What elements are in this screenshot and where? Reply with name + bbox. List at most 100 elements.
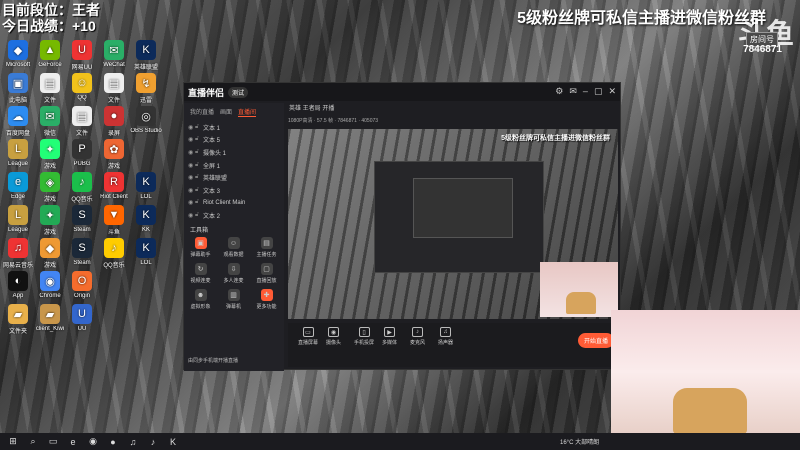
desktop-icon[interactable]: ▤ 文件 — [34, 73, 66, 106]
source-row[interactable]: ◉ 🔓︎ 英雄联盟 — [184, 171, 284, 184]
desktop-icon[interactable]: ▼ 斗鱼 — [98, 205, 130, 238]
search-icon[interactable]: ⌕ — [26, 436, 40, 447]
desktop-icon[interactable]: ↯ 迅雷 — [130, 73, 162, 106]
desktop-icon[interactable]: ▰ 文件夹 — [2, 304, 34, 337]
eye-icon[interactable]: ◉ — [188, 174, 195, 181]
source-row[interactable]: ◉ 🔓︎ 文本 1 — [184, 121, 284, 134]
source-row[interactable]: ◉ 🔓︎ 文本 5 — [184, 134, 284, 147]
eye-icon[interactable]: ◉ — [188, 199, 195, 206]
desktop-icon[interactable]: ◉ Chrome — [34, 271, 66, 304]
start-live-button[interactable]: 开始直播 — [577, 333, 614, 348]
lock-icon[interactable]: 🔓︎ — [195, 162, 203, 169]
source-row[interactable]: ◉ 🔓︎ Riot Client Main — [184, 197, 284, 210]
netease-music-icon[interactable]: ♫ — [126, 437, 140, 447]
tool-item[interactable]: ↻ 视频连麦 — [184, 263, 217, 289]
desktop-icon[interactable]: K KK — [130, 205, 162, 238]
desktop-icon[interactable]: ✿ 游戏 — [98, 139, 130, 172]
stream-title[interactable]: 英雄 王者局 开播 — [289, 103, 334, 112]
windows-start-icon[interactable]: ⊞ — [6, 436, 20, 447]
chrome-icon[interactable]: ◉ — [86, 436, 100, 447]
streaming-app-window[interactable]: 直播伴侣 测试 ⚙ ✉ – ▢ ✕ 英雄 王者局 开播 我的直播 画面 直播间 … — [183, 82, 621, 371]
desktop-icon[interactable]: ◆ 游戏 — [34, 238, 66, 271]
desktop-icon[interactable]: L League — [2, 205, 34, 238]
desktop-icon[interactable]: ☁ 百度网盘 — [2, 106, 34, 139]
minimize-icon[interactable]: – — [583, 86, 588, 97]
desktop-icon[interactable]: ▤ 文件 — [98, 73, 130, 106]
app-title-bar[interactable]: 直播伴侣 测试 ⚙ ✉ – ▢ ✕ — [184, 83, 620, 101]
desktop-icon[interactable]: S Steam — [66, 238, 98, 271]
lock-icon[interactable]: 🔓︎ — [195, 136, 203, 143]
desktop-icon[interactable]: ▣ 此电脑 — [2, 73, 34, 106]
desktop-icon[interactable]: ✦ 游戏 — [34, 139, 66, 172]
desktop-icon[interactable]: K 英雄联盟 — [130, 40, 162, 73]
lock-icon[interactable]: 🔓︎ — [195, 187, 203, 194]
lol-icon[interactable]: K — [166, 437, 180, 447]
desktop-icon[interactable]: ◆ Microsoft — [2, 40, 34, 73]
eye-icon[interactable]: ◉ — [188, 124, 195, 131]
source-row[interactable]: ◉ 🔓︎ 文本 2 — [184, 209, 284, 222]
source-row[interactable]: ◉ 🔓︎ 文本 3 — [184, 184, 284, 197]
desktop-icon[interactable]: ▲ GeForce — [34, 40, 66, 73]
desktop-icon[interactable]: U 网易UU — [66, 40, 98, 73]
desktop-icon[interactable]: K LOL — [130, 238, 162, 271]
desktop-icon[interactable]: K LOL — [130, 172, 162, 205]
tool-item[interactable]: ▣ 弹幕助手 — [184, 237, 217, 263]
source-add-button[interactable]: ◉ 摄像头 — [326, 327, 341, 346]
lock-icon[interactable]: 🔓︎ — [195, 174, 203, 181]
tool-item[interactable]: ☻ 虚拟形象 — [184, 289, 217, 315]
edge-icon[interactable]: e — [66, 437, 80, 447]
eye-icon[interactable]: ◉ — [188, 149, 195, 156]
source-add-button[interactable]: ▭ 直播屏幕 — [298, 327, 318, 346]
source-row[interactable]: ◉ 🔓︎ 全屏 1 — [184, 159, 284, 172]
sync-notice[interactable]: 由同步手机端开播直播 — [188, 357, 238, 364]
record-icon[interactable]: ● — [106, 437, 120, 447]
desktop-icon[interactable]: U UU — [66, 304, 98, 337]
eye-icon[interactable]: ◉ — [188, 212, 195, 219]
eye-icon[interactable]: ◉ — [188, 136, 195, 143]
close-icon[interactable]: ✕ — [608, 86, 616, 97]
desktop-icon[interactable]: ◎ OBS Studio — [130, 106, 162, 139]
desktop-icon[interactable]: O Origin — [66, 271, 98, 304]
desktop-icon[interactable]: ♫ 网易云音乐 — [2, 238, 34, 271]
desktop-icon[interactable]: ◈ 游戏 — [34, 172, 66, 205]
eye-icon[interactable]: ◉ — [188, 162, 195, 169]
maximize-icon[interactable]: ▢ — [594, 86, 603, 97]
desktop-icon[interactable]: ☺ QQ — [66, 73, 98, 106]
desktop-icon[interactable]: ✦ 游戏 — [34, 205, 66, 238]
eye-icon[interactable]: ◉ — [188, 187, 195, 194]
desktop-icon[interactable]: e Edge — [2, 172, 34, 205]
desktop-icon[interactable]: R Riot Client — [98, 172, 130, 205]
desktop-icon[interactable]: ◐ App — [2, 271, 34, 304]
source-add-button[interactable]: ♪ 麦克风 — [410, 327, 425, 346]
tab-scene[interactable]: 画面 — [220, 107, 232, 117]
desktop-icon[interactable]: P PUBG — [66, 139, 98, 172]
source-add-button[interactable]: ▶ 多媒体 — [382, 327, 397, 346]
tool-item[interactable]: ▢ 直播回放 — [250, 263, 283, 289]
desktop-icon[interactable]: ✉ WeChat — [98, 40, 130, 73]
source-add-button[interactable]: ♫ 扬声器 — [438, 327, 453, 346]
douyin-icon[interactable]: ♪ — [146, 437, 160, 447]
lock-icon[interactable]: 🔓︎ — [195, 199, 203, 206]
tool-item[interactable]: ▥ 弹幕机 — [217, 289, 250, 315]
desktop-icon[interactable]: ● 录屏 — [98, 106, 130, 139]
tab-live-room[interactable]: 直播间 — [238, 107, 257, 117]
source-add-button[interactable]: ▯ 手机投屏 — [354, 327, 374, 346]
tool-item[interactable]: ▤ 主播任务 — [250, 237, 283, 263]
tool-item[interactable]: ✚ 更多功能 — [250, 289, 283, 315]
desktop-icon[interactable]: ▰ client_Kiwi — [34, 304, 66, 337]
tab-my-live[interactable]: 我的直播 — [190, 107, 214, 117]
desktop-icon[interactable]: ♪ QQ音乐 — [98, 238, 130, 271]
desktop-icon[interactable]: ♪ QQ音乐 — [66, 172, 98, 205]
source-row[interactable]: ◉ 🔓︎ 摄像头 1 — [184, 146, 284, 159]
tool-item[interactable]: ⇩ 多人连麦 — [217, 263, 250, 289]
task-view-icon[interactable]: ▭ — [46, 436, 60, 447]
desktop-icon[interactable]: ▤ 文件 — [66, 106, 98, 139]
message-icon[interactable]: ✉ — [569, 86, 577, 97]
tool-item[interactable]: ☺ 观看数据 — [217, 237, 250, 263]
lock-icon[interactable]: 🔓︎ — [195, 124, 203, 131]
desktop-icon[interactable]: L League — [2, 139, 34, 172]
settings-icon[interactable]: ⚙ — [555, 86, 563, 97]
desktop-icon[interactable]: ✉ 微信 — [34, 106, 66, 139]
lock-icon[interactable]: 🔓︎ — [195, 149, 203, 156]
desktop-icon[interactable]: S Steam — [66, 205, 98, 238]
